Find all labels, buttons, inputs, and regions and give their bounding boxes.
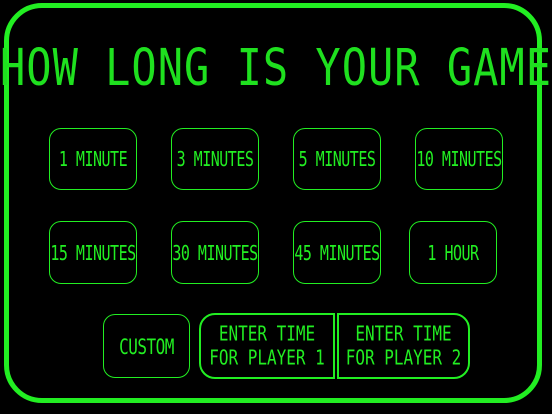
option-label: 5 MINUTES bbox=[298, 146, 376, 172]
custom-label: CUSTOM bbox=[119, 333, 174, 359]
option-1-minute-button[interactable]: 1 MINUTE bbox=[49, 128, 137, 190]
option-15-minutes-button[interactable]: 15 MINUTES bbox=[49, 221, 137, 284]
option-3-minutes-button[interactable]: 3 MINUTES bbox=[171, 128, 259, 190]
option-label: 1 MINUTE bbox=[58, 146, 128, 172]
option-30-minutes-button[interactable]: 30 MINUTES bbox=[171, 221, 259, 284]
player-1-line-2: FOR PLAYER 1 bbox=[209, 345, 325, 370]
page-title: HOW LONG IS YOUR GAME? bbox=[0, 38, 552, 97]
option-label: 30 MINUTES bbox=[172, 240, 258, 265]
option-label: 15 MINUTES bbox=[50, 240, 136, 265]
option-label: 1 HOUR bbox=[427, 240, 479, 265]
option-label: 45 MINUTES bbox=[294, 240, 380, 265]
option-label: 10 MINUTES bbox=[416, 146, 502, 172]
custom-button[interactable]: CUSTOM bbox=[103, 314, 190, 378]
option-45-minutes-button[interactable]: 45 MINUTES bbox=[293, 221, 381, 284]
player-1-time-field[interactable]: ENTER TIME FOR PLAYER 1 bbox=[199, 313, 335, 379]
player-2-time-field[interactable]: ENTER TIME FOR PLAYER 2 bbox=[337, 313, 470, 379]
player-2-line-2: FOR PLAYER 2 bbox=[345, 345, 462, 370]
option-10-minutes-button[interactable]: 10 MINUTES bbox=[415, 128, 503, 190]
option-1-hour-button[interactable]: 1 HOUR bbox=[409, 221, 497, 284]
option-label: 3 MINUTES bbox=[176, 146, 254, 172]
option-5-minutes-button[interactable]: 5 MINUTES bbox=[293, 128, 381, 190]
